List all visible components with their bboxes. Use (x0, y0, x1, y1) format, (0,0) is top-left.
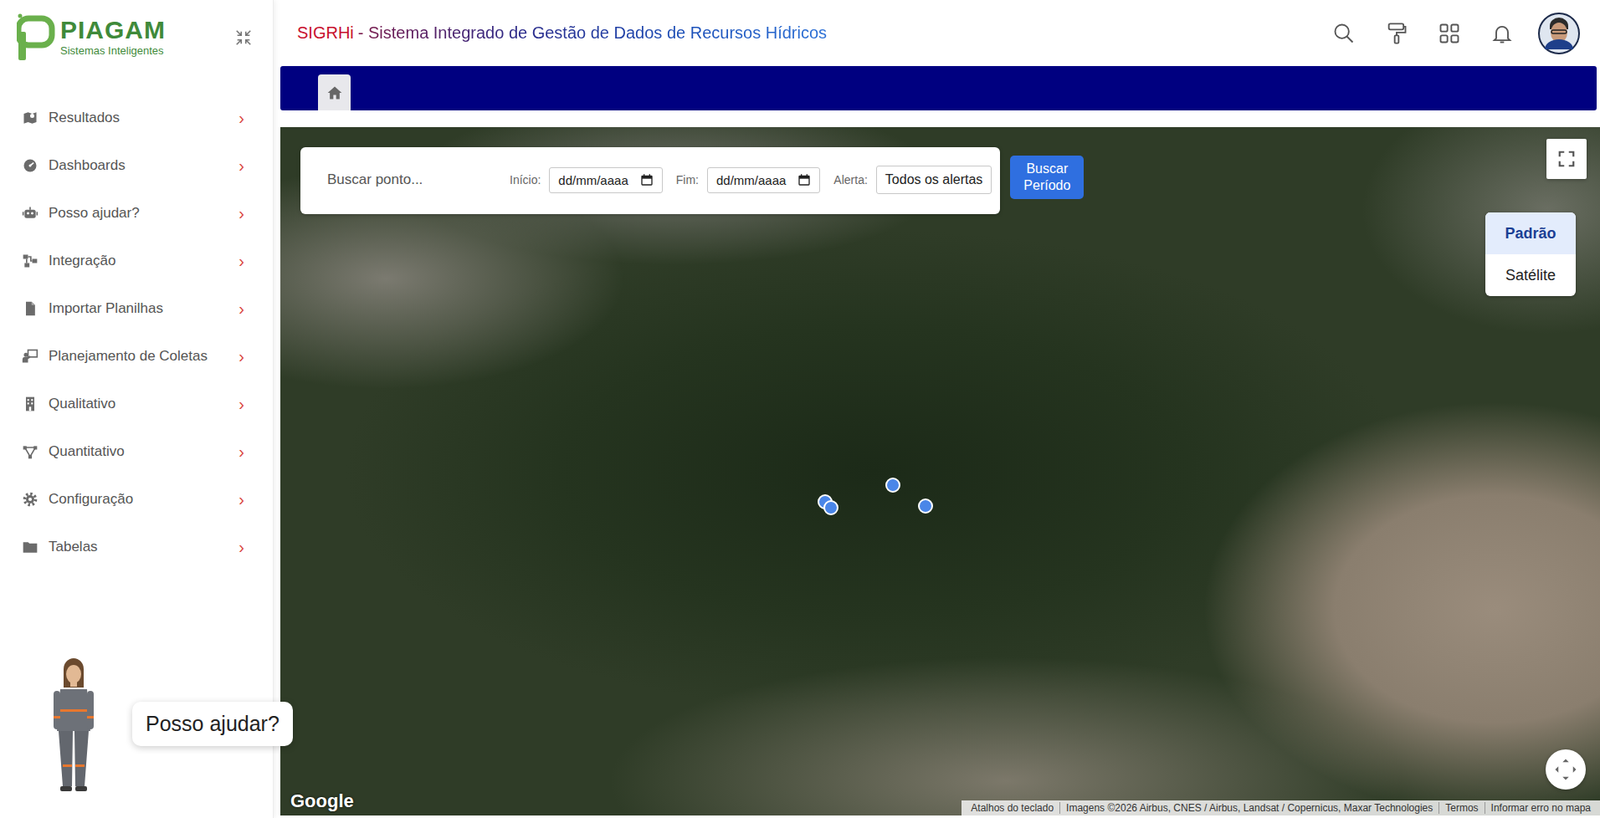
main-area: SIGRHi- Sistema Integrado de Gestão de D… (273, 0, 1600, 818)
sidebar-item-label: Configuração (48, 491, 229, 508)
end-date-placeholder: dd/mm/aaaa (716, 173, 786, 188)
logo-tagline: Sistemas Inteligentes (60, 45, 166, 57)
attribution-item[interactable]: Termos (1438, 802, 1484, 815)
sidebar-item[interactable]: Planejamento de Coletas › (0, 332, 273, 380)
point-search-input[interactable] (325, 170, 497, 190)
chevron-icon: › (238, 395, 245, 413)
fullscreen-icon (1557, 149, 1576, 169)
header-actions (1332, 12, 1580, 55)
search-period-button[interactable]: Buscar Período (1010, 155, 1084, 200)
app-brand: SIGRHi (297, 23, 354, 43)
sidebar-item-label: Integração (48, 252, 229, 270)
sidebar-item-label: Quantitativo (48, 443, 229, 461)
map[interactable]: Início: dd/mm/aaaa Fim: dd/mm/aaaa Alerta: To… (280, 127, 1600, 816)
sidebar-item[interactable]: Configuração › (0, 475, 273, 524)
dashboard-icon (21, 157, 39, 175)
map-type-control: PadrãoSatélite (1485, 212, 1576, 297)
chevron-icon: › (238, 157, 245, 175)
app-window: PIAGAMSistemas InteligentesResultados›Da… (0, 0, 1600, 818)
map-type-option[interactable]: Padrão (1485, 212, 1576, 255)
map-attribution: Atalhos do tecladoImagens ©2026 Airbus, … (961, 800, 1600, 816)
app-title-text: - Sistema Integrado de Gestão de Dados d… (358, 23, 827, 43)
sidebar-item[interactable]: Qualitativo › (0, 379, 273, 428)
app-title: SIGRHi- Sistema Integrado de Gestão de D… (297, 23, 827, 43)
fullscreen-button[interactable] (1546, 138, 1587, 180)
home-icon (326, 84, 344, 102)
chevron-icon: › (238, 300, 245, 318)
assistant-avatar-icon[interactable] (48, 657, 99, 794)
sidebar-item[interactable]: Resultados › (0, 93, 273, 142)
sidebar-item-label: Planejamento de Coletas (48, 348, 229, 365)
attribution-item[interactable]: Informar erro no mapa (1484, 802, 1597, 815)
map-marker[interactable] (885, 477, 901, 493)
robot-icon (21, 205, 39, 222)
chevron-icon: › (238, 205, 245, 222)
end-date-input[interactable]: dd/mm/aaaa (707, 167, 821, 194)
collapse-icon[interactable] (234, 28, 253, 47)
building-icon (21, 395, 39, 413)
sidebar-item[interactable]: Dashboards › (0, 141, 273, 190)
chevron-icon: › (238, 443, 245, 461)
sidebar-item-label: Posso ajudar? (48, 205, 229, 222)
tab-bar (280, 66, 1597, 111)
paint-roller-icon[interactable] (1384, 21, 1409, 46)
alert-select[interactable]: Todos os alertas (876, 165, 993, 195)
network-icon (21, 252, 39, 270)
satellite-image (280, 127, 1600, 816)
map-marker[interactable] (823, 500, 839, 516)
home-tab[interactable] (317, 74, 351, 111)
google-logo: Google (290, 790, 354, 813)
chevron-icon: › (238, 348, 245, 365)
start-label: Início: (509, 173, 541, 187)
chevron-icon: › (238, 252, 245, 270)
sidebar-item-label: Tabelas (48, 538, 229, 556)
sidebar-item[interactable]: Tabelas › (0, 523, 273, 571)
sidebar-item-label: Dashboards (48, 157, 229, 175)
folder-icon (21, 538, 39, 556)
user-avatar-icon[interactable] (1538, 12, 1580, 55)
assistant-bubble[interactable]: Posso ajudar? (132, 702, 293, 747)
calendar-icon[interactable] (640, 173, 654, 187)
camera-control[interactable] (1545, 749, 1586, 790)
logo-area: PIAGAM Sistemas Inteligentes (0, 0, 273, 94)
camera-control-icon (1553, 757, 1579, 783)
attribution-item[interactable]: Atalhos do teclado (964, 802, 1060, 815)
file-icon (21, 300, 39, 318)
filter-panel: Início: dd/mm/aaaa Fim: dd/mm/aaaa Alerta: To… (300, 147, 1000, 215)
gear-icon (21, 491, 39, 508)
map-type-option[interactable]: Satélite (1485, 254, 1576, 297)
apps-grid-icon[interactable] (1437, 21, 1462, 46)
bell-icon[interactable] (1490, 21, 1514, 46)
end-label: Fim: (676, 173, 699, 187)
logo-name: PIAGAM (60, 17, 166, 43)
sidebar: PIAGAMSistemas InteligentesResultados›Da… (0, 0, 274, 818)
search-icon[interactable] (1332, 21, 1356, 46)
filter-bar: Início: dd/mm/aaaa Fim: dd/mm/aaaa Alerta: To… (300, 147, 1084, 215)
planning-icon (21, 348, 39, 365)
chevron-icon: › (238, 109, 245, 127)
logo[interactable]: PIAGAM Sistemas Inteligentes (16, 13, 166, 61)
sidebar-item[interactable]: Integração › (0, 236, 273, 285)
chevron-icon: › (238, 538, 245, 556)
sidebar-item[interactable]: Importar Planilhas › (0, 284, 273, 333)
start-date-placeholder: dd/mm/aaaa (558, 173, 628, 188)
sidebar-item-label: Resultados (48, 109, 229, 127)
map-icon (21, 109, 39, 127)
sidebar-item-label: Qualitativo (48, 395, 229, 413)
sidebar-menu: Resultados›Dashboards›Posso ajudar?›Inte… (0, 93, 273, 571)
sidebar-item[interactable]: Quantitativo › (0, 427, 273, 476)
alert-label: Alerta: (833, 173, 867, 187)
header: SIGRHi- Sistema Integrado de Gestão de D… (273, 0, 1600, 67)
attribution-item[interactable]: Imagens ©2026 Airbus, CNES / Airbus, Lan… (1059, 802, 1439, 815)
chevron-icon: › (238, 491, 245, 508)
calendar-icon[interactable] (797, 173, 811, 187)
vector-icon (21, 443, 39, 461)
sidebar-item[interactable]: Posso ajudar? › (0, 189, 273, 237)
start-date-input[interactable]: dd/mm/aaaa (548, 167, 662, 194)
logo-mark-icon (16, 13, 56, 61)
sidebar-item-label: Importar Planilhas (48, 300, 229, 318)
